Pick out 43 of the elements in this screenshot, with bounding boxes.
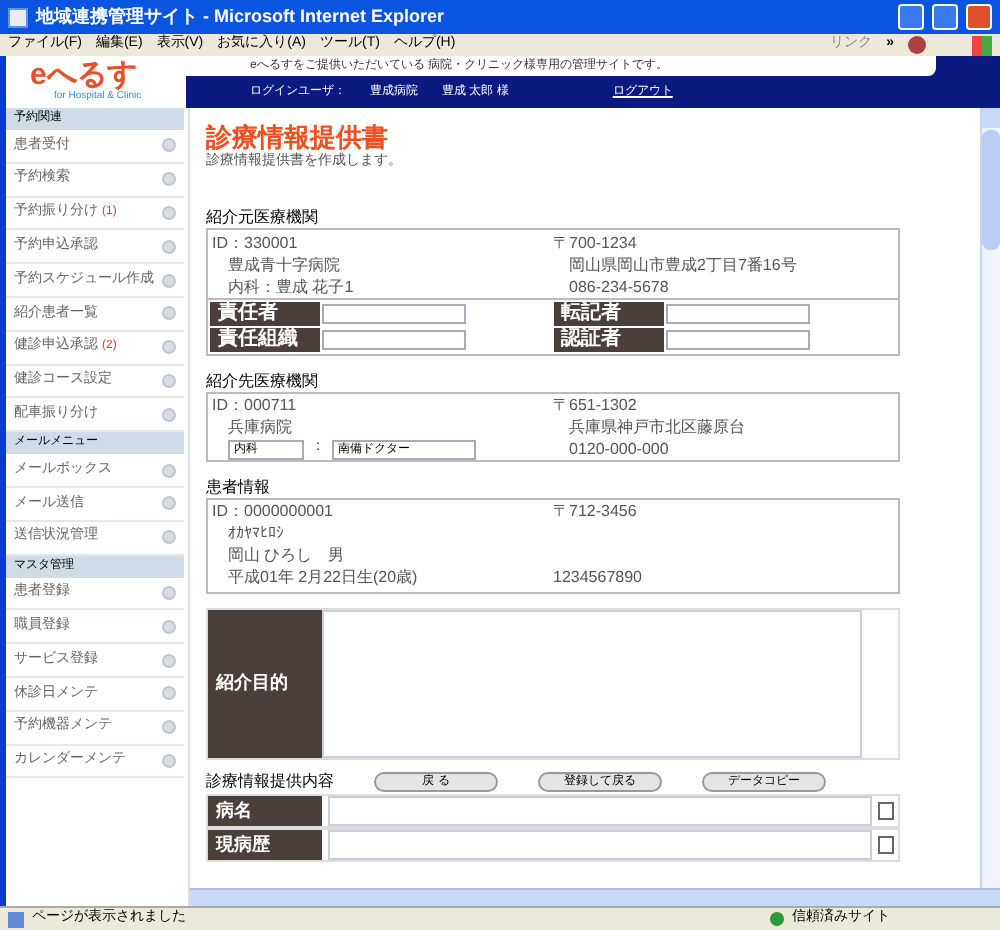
minimize-button[interactable] — [898, 4, 924, 30]
page-icon — [8, 911, 24, 927]
birth-date: 平成01年 2月22日生(20歳) — [226, 566, 420, 588]
section-heading: 診療情報提供内容 — [206, 769, 334, 793]
field-label: 転記者 — [553, 302, 663, 326]
patient-name: 岡山 ひろし 男 — [226, 544, 347, 566]
section-heading: 紹介先医療機関 — [206, 370, 320, 392]
postal-code: 〒651-1302 — [553, 394, 639, 416]
postal-code: 〒712-3456 — [553, 500, 639, 522]
patient-kana: ｵｶﾔﾏﾋﾛｼ — [226, 522, 286, 544]
field-label: 認証者 — [553, 328, 663, 352]
field-label: 紹介目的 — [208, 610, 322, 758]
input-field[interactable] — [322, 330, 466, 350]
field-label: 責任組織 — [210, 328, 320, 352]
field-label: 現病歴 — [208, 830, 322, 860]
hospital-name: 豊成青十字病院 — [226, 254, 342, 276]
id-text: ID：000711 — [212, 394, 299, 416]
input-field[interactable] — [328, 796, 872, 826]
field-label: 病名 — [208, 796, 322, 826]
maximize-button[interactable] — [932, 4, 958, 30]
input-field[interactable] — [665, 304, 809, 324]
check-icon — [770, 912, 784, 926]
field-label: 責任者 — [210, 302, 320, 326]
hospital-name: 兵庫病院 — [226, 416, 294, 438]
purpose-textarea[interactable] — [322, 610, 862, 758]
id-text: ID：330001 — [212, 232, 300, 254]
input-field[interactable] — [322, 304, 466, 324]
phone-number: 086-234-5678 — [567, 276, 671, 298]
address-text: 岡山県岡山市豊成2丁目7番16号 — [567, 254, 799, 276]
section-heading: 紹介元医療機関 — [206, 206, 320, 228]
input-field[interactable] — [328, 830, 872, 860]
window-title: 地域連携管理サイト - Microsoft Internet Explorer — [36, 3, 445, 30]
section-heading: 患者情報 — [206, 476, 272, 498]
id-text: ID：0000000001 — [212, 500, 335, 522]
browser-icon — [8, 7, 28, 27]
postal-code: 〒700-1234 — [553, 232, 639, 254]
page-title: 診療情報提供書 — [206, 122, 390, 152]
address-text: 兵庫県神戸市北区藤原台 — [567, 416, 747, 438]
input-field[interactable] — [665, 330, 809, 350]
department-text: 内科：豊成 花子1 — [226, 276, 356, 298]
phone-number: 0120-000-000 — [567, 438, 671, 460]
close-button[interactable] — [966, 4, 992, 30]
phone-number: 1234567890 — [553, 566, 644, 588]
